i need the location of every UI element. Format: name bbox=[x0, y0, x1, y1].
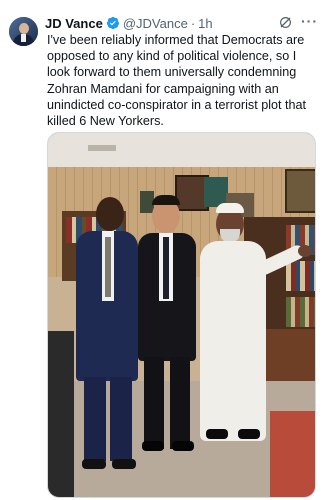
timestamp[interactable]: 1h bbox=[198, 16, 212, 31]
grok-icon[interactable] bbox=[278, 15, 293, 30]
separator-dot: · bbox=[190, 15, 196, 31]
avatar[interactable] bbox=[9, 17, 38, 46]
tweet-card[interactable]: JD Vance @JDVance · 1h ··· I've been rel… bbox=[0, 0, 325, 500]
author-handle[interactable]: @JDVance bbox=[123, 16, 188, 31]
tweet-header: JD Vance @JDVance · 1h bbox=[45, 14, 317, 32]
more-options-icon[interactable]: ··· bbox=[301, 14, 317, 31]
tweet-text: I've been reliably informed that Democra… bbox=[47, 33, 307, 129]
verified-badge-icon bbox=[106, 16, 119, 30]
tweet-photo[interactable] bbox=[47, 132, 316, 498]
author-name[interactable]: JD Vance bbox=[45, 16, 103, 31]
